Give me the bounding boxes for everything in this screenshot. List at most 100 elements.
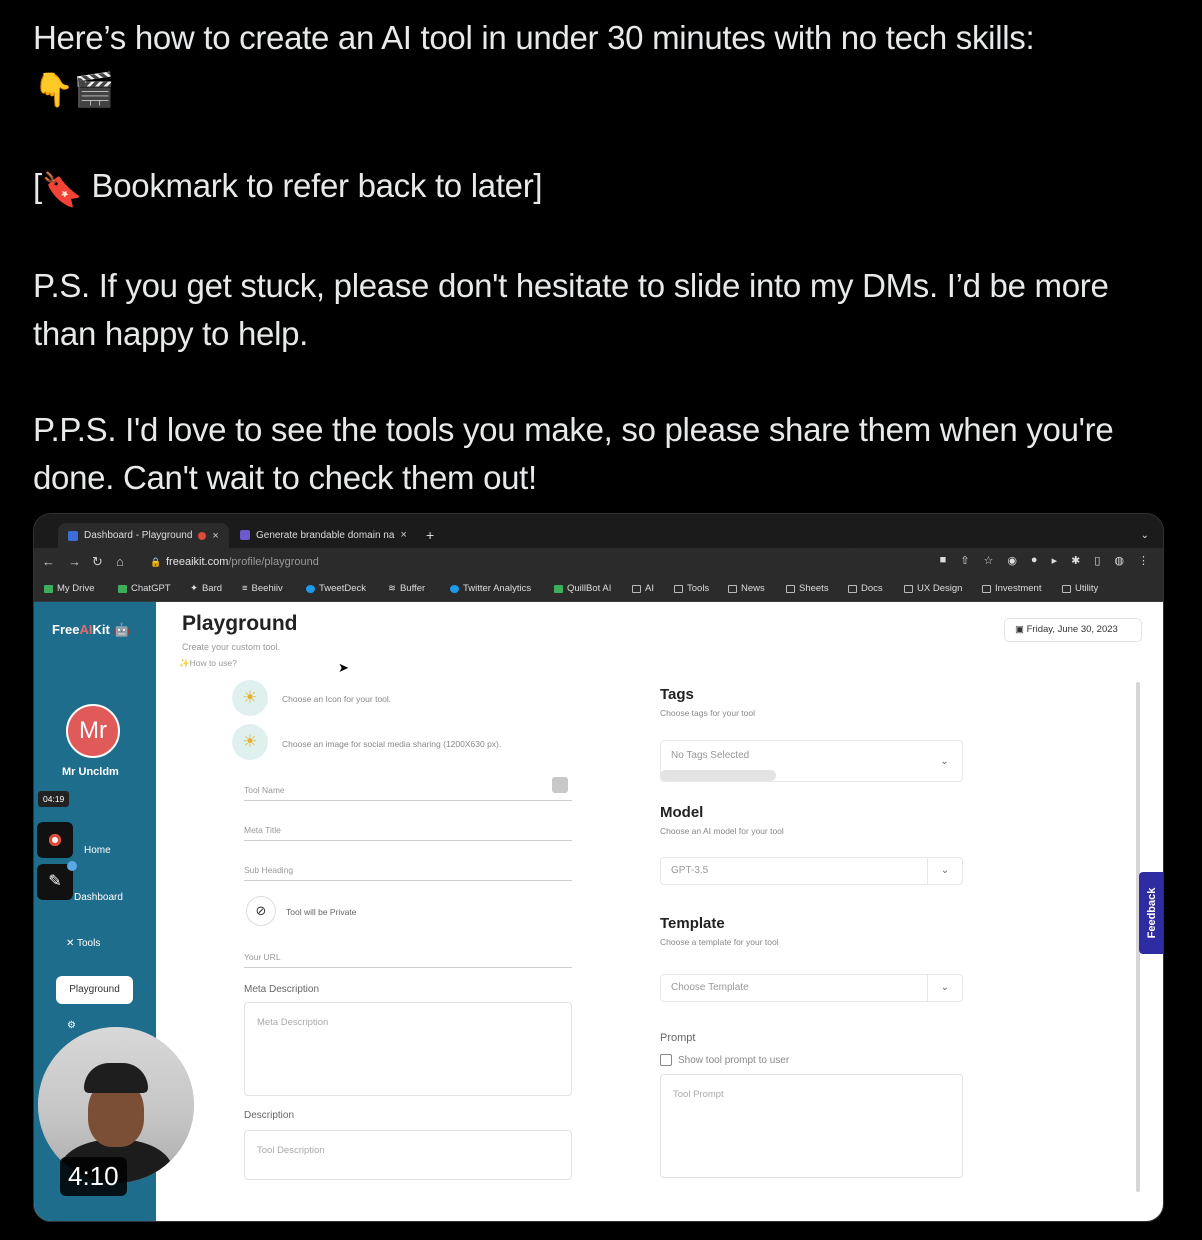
bookmark-folder-utility[interactable]: Utility bbox=[1062, 583, 1098, 594]
chevron-down-icon: ⌄ bbox=[927, 975, 962, 1001]
folder-icon bbox=[904, 584, 913, 593]
bookmark-folder-sheets[interactable]: Sheets bbox=[786, 583, 829, 594]
folder-icon bbox=[786, 584, 795, 593]
sidepanel-icon[interactable]: ▯ bbox=[1094, 554, 1100, 567]
forward-arrow-icon[interactable]: → bbox=[68, 554, 81, 569]
url-path: /profile/playground bbox=[228, 556, 319, 568]
checkbox[interactable] bbox=[660, 1054, 672, 1066]
tool-prompt-textarea[interactable]: Tool Prompt bbox=[660, 1074, 963, 1178]
template-select-value: Choose Template bbox=[671, 982, 749, 993]
profile-icon[interactable]: ◍ bbox=[1114, 554, 1124, 567]
bookmark-twitter-analytics[interactable]: Twitter Analytics bbox=[450, 583, 531, 594]
home-icon[interactable]: ⌂ bbox=[116, 554, 124, 569]
date-badge: ▣ Friday, June 30, 2023 bbox=[1004, 618, 1142, 642]
video-duration-badge: 4:10 bbox=[60, 1157, 127, 1196]
folder-icon bbox=[1062, 584, 1071, 593]
bookmark-bard[interactable]: ✦ Bard bbox=[190, 583, 222, 594]
tool-name-field[interactable]: Tool Name bbox=[244, 777, 572, 801]
bookmark-folder-ux-design[interactable]: UX Design bbox=[904, 583, 962, 594]
camera-extension-icon[interactable]: ■ bbox=[940, 554, 947, 567]
new-tab-button[interactable]: + bbox=[426, 524, 434, 546]
bookmark-my-drive[interactable]: My Drive bbox=[44, 583, 94, 594]
avatar[interactable]: Mr bbox=[66, 704, 120, 758]
recorder-extension-icon[interactable]: ◉ bbox=[1007, 554, 1017, 567]
your-url-field[interactable]: Your URL bbox=[244, 952, 572, 968]
mouse-cursor-icon: ➤ bbox=[338, 660, 349, 675]
more-dots-icon[interactable] bbox=[552, 777, 568, 793]
video-player[interactable]: Dashboard - Playground × Generate branda… bbox=[33, 513, 1164, 1222]
feedback-tab[interactable]: Feedback bbox=[1139, 872, 1163, 954]
sidebar-item-home[interactable]: Home bbox=[84, 845, 111, 856]
model-heading: Model bbox=[660, 804, 704, 821]
browser-tab-strip: Dashboard - Playground × Generate branda… bbox=[34, 514, 1163, 548]
sub-heading-field[interactable]: Sub Heading bbox=[244, 865, 572, 881]
meta-description-textarea[interactable]: Meta Description bbox=[244, 1002, 572, 1096]
beehiiv-icon: ≡ bbox=[242, 583, 248, 594]
sidebar-item-playground[interactable]: Playground bbox=[56, 976, 133, 1004]
tab-label: Generate brandable domain na bbox=[256, 529, 395, 541]
url-host: freeaikit.com bbox=[166, 556, 229, 568]
bookmark-quillbot[interactable]: QuillBot AI bbox=[554, 583, 611, 594]
choose-image-button[interactable]: ☀ bbox=[232, 724, 268, 760]
sidebar-item-dashboard[interactable]: Dashboard bbox=[74, 892, 123, 903]
back-arrow-icon[interactable]: ← bbox=[42, 554, 55, 569]
tab-search-chevron-icon[interactable]: ⌄ bbox=[1141, 524, 1149, 546]
meta-title-field[interactable]: Meta Title bbox=[244, 825, 572, 841]
drive-icon bbox=[44, 584, 53, 593]
bookmark-beehiiv[interactable]: ≡ Beehiiv bbox=[242, 583, 283, 594]
bookmark-folder-ai[interactable]: AI bbox=[632, 583, 654, 594]
extension-icons: ■ ⇧ ☆ ◉ ● ▸ ✱ ▯ ◍ ⋮ bbox=[940, 554, 1149, 567]
bookmark-folder-docs[interactable]: Docs bbox=[848, 583, 883, 594]
tag-placeholder-pill bbox=[660, 770, 776, 781]
record-button[interactable] bbox=[37, 822, 73, 858]
extensions-puzzle-icon[interactable]: ✱ bbox=[1071, 554, 1080, 567]
calendar-icon: ▣ bbox=[1015, 624, 1027, 635]
reload-icon[interactable]: ↻ bbox=[92, 554, 103, 570]
model-subtitle: Choose an AI model for your tool bbox=[660, 826, 784, 836]
model-select-value: GPT-3.5 bbox=[671, 865, 709, 876]
pointing-down-clapper-emoji: 👇🎬 bbox=[33, 71, 115, 108]
robot-icon: 🤖 bbox=[113, 622, 130, 637]
bookmark-text: Bookmark to refer back to later] bbox=[82, 167, 543, 204]
template-heading: Template bbox=[660, 915, 725, 932]
bookmark-tweetdeck[interactable]: TweetDeck bbox=[306, 583, 366, 594]
extension-icon[interactable]: ● bbox=[1031, 554, 1038, 567]
eye-slash-icon[interactable]: ⊘ bbox=[246, 896, 276, 926]
lock-icon: 🔒 bbox=[150, 557, 162, 567]
menu-kebab-icon[interactable]: ⋮ bbox=[1138, 554, 1149, 567]
template-select[interactable]: Choose Template ⌄ bbox=[660, 974, 963, 1002]
folder-icon bbox=[632, 584, 641, 593]
browser-tab-dashboard[interactable]: Dashboard - Playground × bbox=[58, 523, 229, 548]
sidebar-item-tools[interactable]: ✕ Tools bbox=[66, 938, 100, 949]
quillbot-icon bbox=[554, 584, 563, 593]
close-tab-icon[interactable]: × bbox=[400, 529, 406, 541]
bookmark-folder-investment[interactable]: Investment bbox=[982, 583, 1041, 594]
address-bar[interactable]: 🔒 freeaikit.com/profile/playground bbox=[142, 551, 862, 573]
tags-subtitle: Choose tags for your tool bbox=[660, 708, 755, 718]
bookmark-chatgpt[interactable]: ChatGPT bbox=[118, 583, 171, 594]
bookmark-star-icon[interactable]: ☆ bbox=[983, 554, 993, 567]
browser-tab-domain[interactable]: Generate brandable domain na × bbox=[240, 524, 407, 546]
private-toggle-label: Tool will be Private bbox=[286, 907, 357, 917]
model-select[interactable]: GPT-3.5 ⌄ bbox=[660, 857, 963, 885]
chevron-down-icon: ⌄ bbox=[940, 756, 949, 767]
show-prompt-checkbox[interactable]: Show tool prompt to user bbox=[660, 1054, 789, 1066]
description-label: Description bbox=[244, 1110, 295, 1121]
share-icon[interactable]: ⇧ bbox=[960, 554, 969, 567]
bookmark-folder-tools[interactable]: Tools bbox=[674, 583, 709, 594]
choose-icon-button[interactable]: ☀ bbox=[232, 680, 268, 716]
freeaikit-logo[interactable]: FreeAIKit 🤖 bbox=[52, 622, 130, 638]
bookmark-folder-news[interactable]: News bbox=[728, 583, 765, 594]
description-textarea[interactable]: Tool Description bbox=[244, 1130, 572, 1180]
bookmark-buffer[interactable]: ≋ Buffer bbox=[388, 583, 425, 594]
tweet-text: Here’s how to create an AI tool in under… bbox=[33, 14, 1173, 502]
bookmark-emoji: 🔖 bbox=[41, 171, 83, 208]
how-to-use-link[interactable]: ✨How to use? bbox=[179, 658, 237, 669]
extension-icon[interactable]: ▸ bbox=[1052, 554, 1058, 567]
folder-icon bbox=[674, 584, 683, 593]
show-prompt-label: Show tool prompt to user bbox=[678, 1054, 790, 1066]
chevron-down-icon: ⌄ bbox=[927, 858, 962, 884]
meta-description-label: Meta Description bbox=[244, 984, 320, 995]
close-tab-icon[interactable]: × bbox=[212, 530, 218, 542]
twitter-bird-icon bbox=[306, 584, 315, 593]
